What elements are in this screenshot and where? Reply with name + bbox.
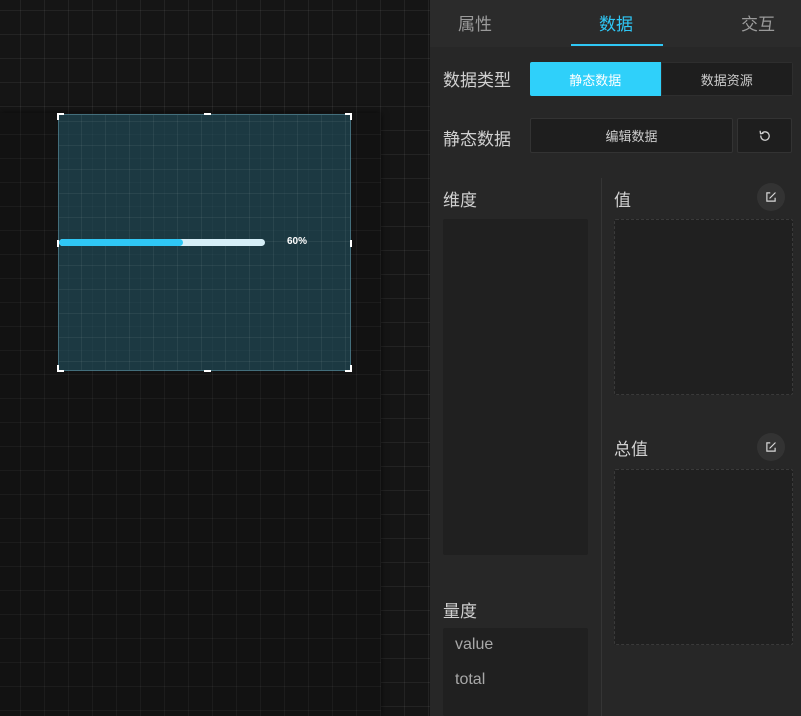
resize-handle-top-left[interactable] bbox=[57, 113, 64, 120]
resize-handle-bottom[interactable] bbox=[204, 370, 211, 372]
data-type-label: 数据类型 bbox=[443, 71, 511, 91]
total-drop-zone[interactable] bbox=[614, 469, 793, 645]
total-label: 总值 bbox=[614, 440, 648, 460]
refresh-icon bbox=[759, 130, 770, 141]
data-type-resource-option[interactable]: 数据资源 bbox=[660, 62, 793, 96]
design-canvas[interactable]: 60% bbox=[0, 0, 430, 716]
value-drop-zone[interactable] bbox=[614, 219, 793, 395]
progress-widget[interactable]: 60% bbox=[57, 113, 352, 372]
resize-handle-bottom-left[interactable] bbox=[57, 365, 64, 372]
edit-data-button[interactable]: 编辑数据 bbox=[530, 118, 733, 153]
resize-handle-bottom-right[interactable] bbox=[345, 365, 352, 372]
app-root: 60% 属性 数据 交互 数据类型 静态数据 数据资源 静态数据 编辑数据 维度 bbox=[0, 0, 801, 716]
panel-tabs: 属性 数据 交互 bbox=[430, 0, 801, 47]
field-column-divider bbox=[601, 178, 602, 716]
dimension-label: 维度 bbox=[443, 191, 477, 211]
active-tab-indicator bbox=[571, 44, 663, 46]
tab-attributes[interactable]: 属性 bbox=[458, 10, 492, 35]
progress-bar-track bbox=[59, 239, 265, 246]
edit-icon bbox=[766, 442, 776, 452]
measure-item-total[interactable]: total bbox=[455, 671, 485, 689]
value-label: 值 bbox=[614, 191, 631, 211]
reset-data-button[interactable] bbox=[737, 118, 792, 153]
total-edit-button[interactable] bbox=[757, 433, 785, 461]
tab-data[interactable]: 数据 bbox=[599, 10, 633, 35]
config-panel: 属性 数据 交互 数据类型 静态数据 数据资源 静态数据 编辑数据 维度 值 总… bbox=[430, 0, 801, 716]
measure-item-value[interactable]: value bbox=[455, 636, 493, 654]
progress-bar-fill bbox=[59, 239, 183, 246]
value-edit-button[interactable] bbox=[757, 183, 785, 211]
dimension-field-list[interactable] bbox=[443, 219, 588, 555]
progress-percent-label: 60% bbox=[287, 236, 308, 247]
edit-icon bbox=[766, 192, 776, 202]
measure-field-list: value total bbox=[443, 628, 588, 716]
data-type-static-option[interactable]: 静态数据 bbox=[530, 62, 661, 96]
resize-handle-top-right[interactable] bbox=[345, 113, 352, 120]
resize-handle-top[interactable] bbox=[204, 113, 211, 115]
tab-interaction[interactable]: 交互 bbox=[741, 10, 775, 35]
data-type-selector: 静态数据 数据资源 bbox=[530, 62, 793, 96]
resize-handle-right[interactable] bbox=[350, 240, 352, 247]
static-data-label: 静态数据 bbox=[443, 130, 511, 150]
measure-label: 量度 bbox=[443, 602, 477, 622]
